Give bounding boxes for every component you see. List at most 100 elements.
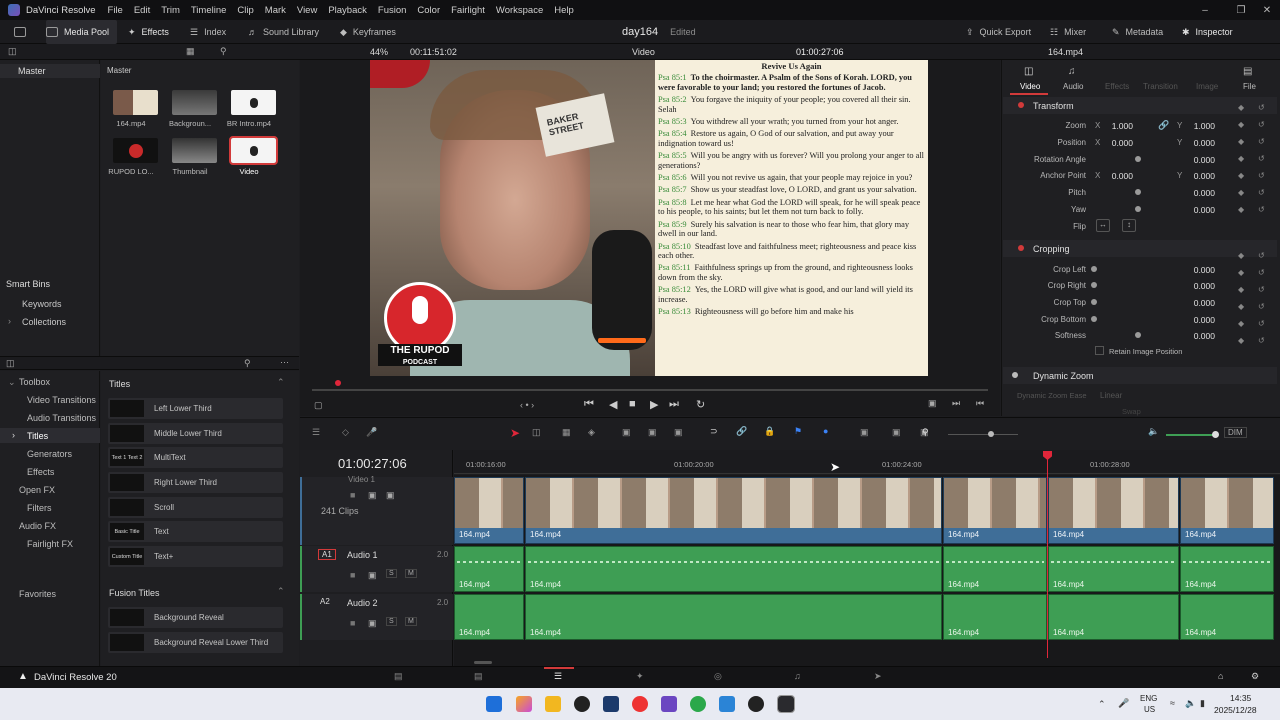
auto-select-icon[interactable]: ▣	[368, 618, 377, 629]
keyframe-diamond-icon[interactable]: ◆	[1238, 134, 1244, 151]
reset-icon[interactable]: ↺	[1258, 185, 1265, 202]
audio-clip[interactable]: 164.mp4	[1048, 594, 1179, 640]
audio-clip[interactable]: 164.mp4	[943, 546, 1047, 592]
collapse-icon[interactable]: ⌃	[277, 377, 285, 388]
media-page-icon[interactable]: ▤	[394, 671, 403, 682]
keyframe-diamond-icon[interactable]: ◆	[1238, 168, 1244, 185]
menu-clip[interactable]: Clip	[237, 5, 253, 16]
close-icon[interactable]: ✕	[1252, 0, 1280, 20]
keyframe-diamond-icon[interactable]: ◆	[1238, 117, 1244, 134]
marker-icon[interactable]: ●	[823, 426, 828, 436]
file-explorer-icon[interactable]	[545, 696, 561, 712]
reset-icon[interactable]: ↺	[1258, 117, 1265, 134]
wifi-icon[interactable]: ≈	[1170, 698, 1175, 708]
more-options-icon[interactable]: ⋯	[280, 357, 289, 368]
cropping-enable-dot[interactable]	[1018, 245, 1024, 251]
crop-right-field[interactable]: 0.000	[1185, 281, 1215, 291]
reset-icon[interactable]: ↺	[1258, 202, 1265, 219]
crop-top-field[interactable]: 0.000	[1185, 298, 1215, 308]
smart-bin-collections[interactable]: Collections	[22, 317, 66, 327]
layout-toggle-icon[interactable]	[14, 20, 26, 44]
menu-view[interactable]: View	[297, 5, 317, 16]
filters-item[interactable]: Filters	[27, 503, 52, 513]
audio-clip[interactable]: 164.mp4	[1048, 546, 1179, 592]
timeline-view-icon[interactable]: ☰	[312, 427, 320, 438]
audio-clip[interactable]: 164.mp4	[454, 594, 524, 640]
rotation-field[interactable]: 0.000	[1185, 155, 1215, 165]
chrome-icon[interactable]	[690, 696, 706, 712]
viewer-mode[interactable]: Video	[632, 47, 655, 57]
reset-icon[interactable]: ↺	[1258, 151, 1265, 168]
audio-clip[interactable]: 164.mp4	[943, 594, 1047, 640]
flag-icon[interactable]: ⚑	[794, 426, 802, 437]
stop-icon[interactable]: ■	[629, 398, 636, 410]
a1-name[interactable]: Audio 1	[347, 550, 378, 560]
reset-icon[interactable]: ↺	[1258, 333, 1265, 350]
zoom-x-field[interactable]: 1.000	[1103, 121, 1133, 131]
linked-selection-icon[interactable]: 🔗	[736, 426, 747, 437]
snapping-icon[interactable]: ⊃	[710, 426, 718, 437]
keyframes-button[interactable]: ◆ Keyframes	[340, 20, 396, 44]
a1-solo-button[interactable]: S	[386, 569, 397, 578]
keyframe-diamond-icon[interactable]: ◆	[1238, 316, 1244, 333]
title-multitext[interactable]: Text 1 Text 2 MultiText	[108, 447, 283, 468]
master-volume-track[interactable]	[1166, 434, 1216, 436]
a1-badge[interactable]: A1	[318, 549, 336, 560]
overwrite-icon[interactable]: ▣	[648, 427, 657, 438]
flip-horizontal-icon[interactable]: ↔	[1096, 219, 1110, 232]
softness-field[interactable]: 0.000	[1185, 331, 1215, 341]
lock-icon[interactable]: ■	[350, 618, 355, 628]
speaker-icon[interactable]: 🔈	[1148, 426, 1159, 437]
title-text-plus[interactable]: Custom Title Text+	[108, 546, 283, 567]
link-icon[interactable]: 🔗	[1158, 120, 1169, 131]
audio-clip[interactable]: 164.mp4	[525, 594, 942, 640]
timeline-scrollbar[interactable]	[474, 661, 492, 664]
menu-timeline[interactable]: Timeline	[191, 5, 227, 16]
minimize-icon[interactable]: –	[1190, 0, 1220, 20]
keyframe-diamond-icon[interactable]: ◆	[1238, 333, 1244, 350]
video-tab-icon[interactable]: ◫	[1024, 66, 1033, 77]
favorites-item[interactable]: Favorites	[19, 589, 56, 599]
fairlight-fx-item[interactable]: Fairlight FX	[27, 539, 73, 549]
zoom-y-field[interactable]: 1.000	[1185, 121, 1215, 131]
settings-gear-icon[interactable]: ⚙	[1251, 671, 1259, 682]
index-button[interactable]: ☰ Index	[190, 20, 226, 44]
next-edit-icon[interactable]: ⏭	[952, 398, 960, 409]
audio-clip[interactable]: 164.mp4	[1180, 594, 1274, 640]
keyframe-diamond-icon[interactable]: ◆	[1238, 185, 1244, 202]
menu-mark[interactable]: Mark	[265, 5, 286, 16]
retain-checkbox[interactable]	[1095, 346, 1104, 355]
timeline-zoom-track[interactable]	[948, 434, 1018, 435]
position-lock-icon[interactable]: 🔒	[764, 426, 775, 437]
tray-chevron-icon[interactable]: ⌃	[1098, 699, 1106, 710]
video-track-name[interactable]: Video 1	[348, 475, 375, 484]
audio-tab-icon[interactable]: ♫	[1068, 66, 1076, 77]
audio-clip[interactable]: 164.mp4	[1180, 546, 1274, 592]
quick-export-button[interactable]: ⇪ Quick Export	[966, 20, 1031, 44]
a2-mute-button[interactable]: M	[405, 617, 417, 626]
chrome-icon[interactable]	[632, 696, 648, 712]
reset-icon[interactable]: ↺	[1258, 134, 1265, 151]
reset-icon[interactable]: ↺	[1258, 168, 1265, 185]
crop-bottom-field[interactable]: 0.000	[1185, 315, 1215, 325]
flip-vertical-icon[interactable]: ↕	[1122, 219, 1136, 232]
search-icon[interactable]: ⚲	[220, 46, 227, 57]
inspector-button[interactable]: ✱ Inspector	[1182, 20, 1233, 44]
a2-solo-button[interactable]: S	[386, 617, 397, 626]
app-icon[interactable]	[719, 696, 735, 712]
keyframe-diamond-icon[interactable]: ◆	[1238, 265, 1244, 282]
loop-icon[interactable]: ↻	[696, 398, 705, 411]
edit-page-icon[interactable]: ☰	[554, 671, 562, 682]
toolbox-item[interactable]: Toolbox	[19, 377, 50, 387]
keyframe-diamond-icon[interactable]: ◆	[1238, 248, 1244, 265]
media-pool-button[interactable]: Media Pool	[46, 20, 118, 44]
sound-library-button[interactable]: ♬ Sound Library	[248, 20, 319, 44]
reset-icon[interactable]: ↺	[1258, 299, 1265, 316]
a1-mute-button[interactable]: M	[405, 569, 417, 578]
trim-tool-icon[interactable]: ◫	[532, 427, 541, 438]
menu-file[interactable]: File	[108, 5, 123, 16]
title-scroll[interactable]: Scroll	[108, 497, 283, 518]
video-clip[interactable]: 164.mp4	[943, 477, 1047, 544]
mixer-button[interactable]: ☷ Mixer	[1050, 20, 1086, 44]
timeline-playhead[interactable]	[1047, 452, 1048, 658]
